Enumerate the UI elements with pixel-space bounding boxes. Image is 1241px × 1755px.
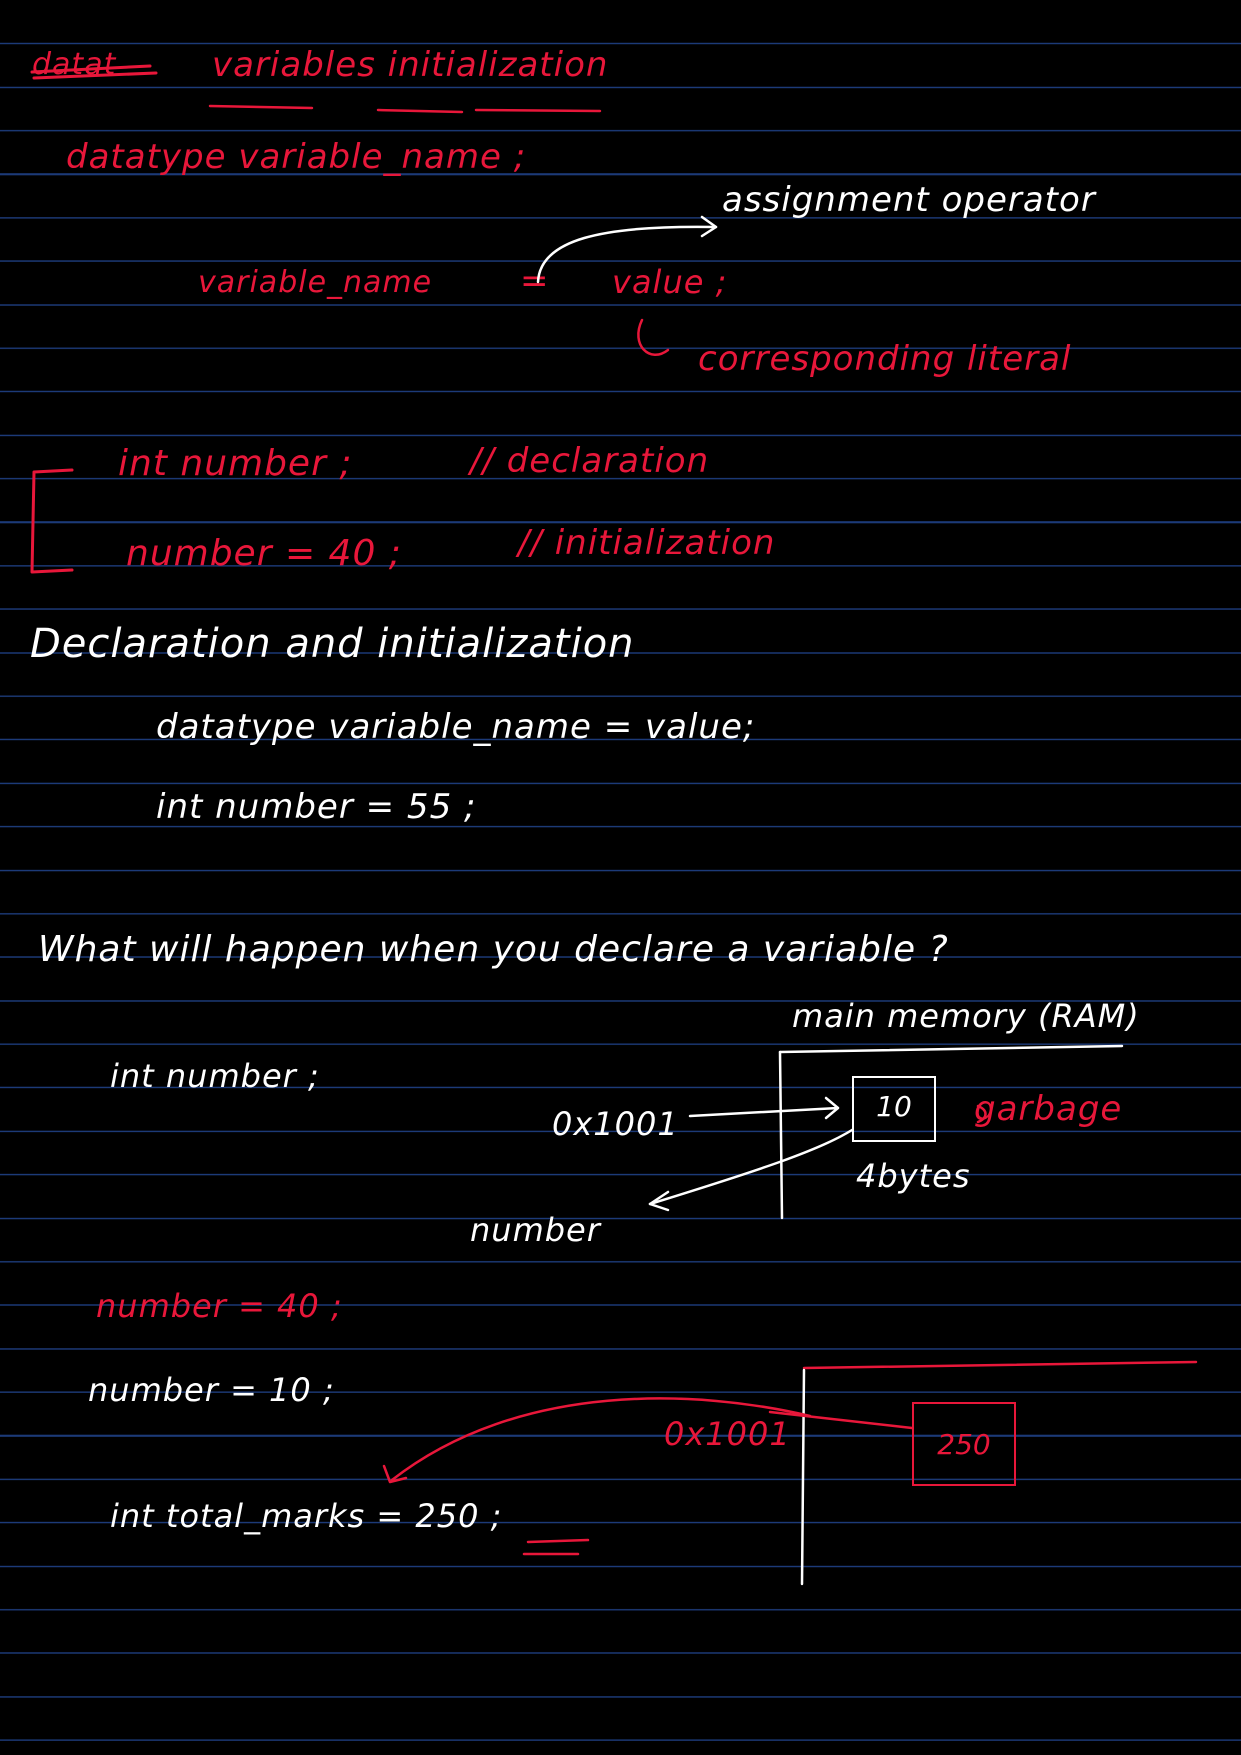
- total-marks-arrow-head: [382, 1464, 408, 1484]
- memory-cell-2-value: 250: [937, 1428, 991, 1461]
- assign-40-code: number = 40 ;: [96, 1287, 343, 1325]
- memory-wall: [778, 1050, 784, 1220]
- memory-cell-value: 10: [876, 1090, 912, 1123]
- literal-label: corresponding literal: [698, 339, 1072, 379]
- ram-label: main memory (RAM): [792, 997, 1140, 1035]
- example-declaration-code: int number ;: [118, 443, 353, 484]
- memory2-top-line: [802, 1360, 1198, 1370]
- combined-example: int number = 55 ;: [156, 787, 477, 827]
- memory2-wall: [800, 1368, 806, 1586]
- example-initialization-comment: // initialization: [518, 523, 776, 563]
- variable-label: number: [470, 1211, 601, 1249]
- garbage-label: garbage: [974, 1089, 1123, 1129]
- cell-to-name-arrow-head: [648, 1190, 670, 1212]
- memory-cell-2: 250: [912, 1402, 1016, 1486]
- example-declaration-comment: // declaration: [470, 441, 710, 481]
- declaration-syntax: datatype variable_name ;: [66, 137, 527, 177]
- memory-cell: 10: [852, 1076, 936, 1142]
- memory-decl-code: int number ;: [110, 1057, 320, 1095]
- size-label: 4bytes: [856, 1157, 971, 1195]
- page-title: variables initialization: [212, 45, 609, 85]
- literal-hook: [637, 318, 670, 356]
- memory-address: 0x1001: [552, 1105, 679, 1143]
- value-underline: [522, 1538, 590, 1556]
- title-underline: [208, 104, 602, 114]
- assignment-arrow-head: [700, 215, 718, 238]
- assignment-lhs: variable_name: [198, 265, 433, 300]
- memory2-link: [768, 1410, 914, 1430]
- address-arrow: [688, 1106, 840, 1118]
- cell-to-name-arrow: [648, 1128, 854, 1206]
- example-initialization-code: number = 40 ;: [126, 533, 402, 574]
- assignment-equals: =: [520, 261, 550, 301]
- total-marks-code: int total_marks = 250 ;: [110, 1497, 503, 1535]
- combined-syntax: datatype variable_name = value;: [156, 707, 756, 747]
- address-arrow-head: [824, 1096, 840, 1120]
- ram-underline: [778, 1044, 1124, 1054]
- memory-address-2: 0x1001: [664, 1415, 791, 1453]
- assign-10-code: number = 10 ;: [88, 1371, 335, 1409]
- assignment-rhs: value ;: [612, 263, 728, 301]
- assignment-operator-label: assignment operator: [722, 180, 1096, 220]
- example-bracket: [30, 468, 74, 574]
- combined-heading: Declaration and initialization: [30, 621, 635, 667]
- memory-question: What will happen when you declare a vari…: [38, 929, 949, 970]
- struck-text: datat: [32, 47, 117, 82]
